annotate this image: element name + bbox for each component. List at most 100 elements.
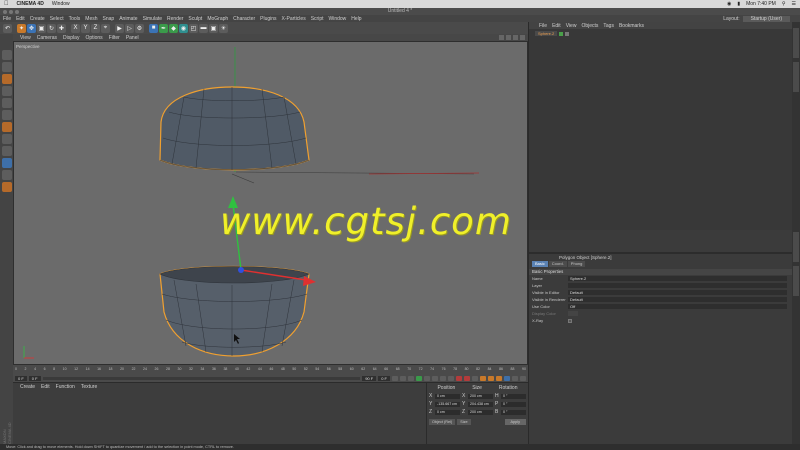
- menu-edit[interactable]: Edit: [16, 16, 25, 22]
- keyframe-selection-icon[interactable]: [472, 375, 478, 381]
- vp-menu-panel[interactable]: Panel: [126, 35, 139, 41]
- snap-icon[interactable]: [1, 158, 12, 168]
- use-color-dropdown[interactable]: Off: [568, 304, 787, 309]
- go-to-end-icon[interactable]: [440, 375, 446, 381]
- rotation-h-field[interactable]: 0 °: [501, 393, 526, 399]
- polygons-mode-icon[interactable]: [1, 122, 12, 132]
- om-menu-edit[interactable]: Edit: [552, 23, 561, 29]
- object-name[interactable]: Sphere.2: [535, 31, 558, 36]
- tab-layers-vertical[interactable]: [793, 266, 799, 296]
- vp-menu-cameras[interactable]: Cameras: [37, 35, 57, 41]
- camera-icon[interactable]: ▣: [209, 23, 218, 33]
- vp-menu-view[interactable]: View: [20, 35, 31, 41]
- solo-icon[interactable]: [1, 182, 12, 192]
- menu-mesh[interactable]: Mesh: [85, 16, 97, 22]
- position-x-field[interactable]: 0 cm: [435, 393, 460, 399]
- wifi-icon[interactable]: ◉: [727, 1, 731, 7]
- pan-icon[interactable]: [499, 35, 504, 40]
- go-to-start-icon[interactable]: [392, 375, 398, 381]
- menu-tools[interactable]: Tools: [69, 16, 81, 22]
- mat-menu-function[interactable]: Function: [56, 384, 75, 390]
- record-active-icon[interactable]: [456, 375, 462, 381]
- array-icon[interactable]: ◉: [179, 23, 188, 33]
- visibility-check-icon[interactable]: [559, 31, 564, 36]
- minimize-window-button[interactable]: [9, 9, 13, 14]
- edges-mode-icon[interactable]: [1, 110, 12, 120]
- next-key-icon[interactable]: [432, 375, 438, 381]
- deformer-icon[interactable]: ◰: [189, 23, 198, 33]
- menu-script[interactable]: Script: [311, 16, 324, 22]
- toggle-view-icon[interactable]: [520, 35, 525, 40]
- current-frame-field[interactable]: 0 F: [15, 375, 27, 381]
- rotation-p-field[interactable]: 0 °: [501, 401, 526, 407]
- om-menu-file[interactable]: File: [539, 23, 547, 29]
- parameter-key-icon[interactable]: [504, 375, 510, 381]
- axis-mode-icon[interactable]: [1, 134, 12, 144]
- layout-dropdown[interactable]: Startup (User): [742, 15, 790, 22]
- position-key-icon[interactable]: [480, 375, 486, 381]
- workplane-icon[interactable]: [1, 86, 12, 96]
- previous-frame-icon[interactable]: [408, 375, 414, 381]
- y-axis-lock-icon[interactable]: Y: [81, 23, 90, 33]
- tab-content-browser-vertical[interactable]: [793, 62, 799, 92]
- menu-list-icon[interactable]: ☰: [792, 1, 796, 7]
- visible-in-editor-dropdown[interactable]: Default: [568, 290, 787, 295]
- display-color-swatch[interactable]: [568, 311, 578, 316]
- move-icon[interactable]: ✥: [27, 23, 36, 33]
- previous-key-icon[interactable]: [400, 375, 406, 381]
- model-mode-icon[interactable]: [1, 62, 12, 72]
- tab-phong[interactable]: Phong: [567, 261, 586, 267]
- material-manager[interactable]: Create Edit Function Texture: [13, 382, 426, 450]
- apply-button[interactable]: Apply: [504, 419, 526, 425]
- window-menu[interactable]: Window: [52, 1, 70, 7]
- play-icon[interactable]: [416, 375, 422, 381]
- tab-attributes-vertical[interactable]: [793, 232, 799, 262]
- tab-objects-vertical[interactable]: [793, 28, 799, 58]
- start-frame-field[interactable]: 0 F: [28, 375, 41, 381]
- zoom-window-button[interactable]: [15, 9, 19, 14]
- light-icon[interactable]: ☀: [219, 23, 228, 33]
- menu-animate[interactable]: Animate: [119, 16, 137, 22]
- mat-menu-create[interactable]: Create: [20, 384, 35, 390]
- om-menu-objects[interactable]: Objects: [581, 23, 598, 29]
- size-x-field[interactable]: 200 cm: [468, 393, 493, 399]
- vp-menu-filter[interactable]: Filter: [109, 35, 120, 41]
- subdivision-icon[interactable]: ◆: [169, 23, 178, 33]
- size-y-field[interactable]: 204.438 cm: [468, 401, 493, 407]
- autokey-icon[interactable]: [464, 375, 470, 381]
- layer-field[interactable]: [568, 283, 787, 288]
- position-z-field[interactable]: 0 cm: [435, 409, 460, 415]
- tweak-mode-icon[interactable]: [1, 146, 12, 156]
- size-z-field[interactable]: 200 cm: [468, 409, 493, 415]
- orbit-icon[interactable]: [513, 35, 518, 40]
- coord-size-dropdown[interactable]: Size: [457, 419, 471, 425]
- object-tag-icon[interactable]: [565, 31, 570, 36]
- vp-menu-display[interactable]: Display: [63, 35, 79, 41]
- vp-menu-options[interactable]: Options: [85, 35, 102, 41]
- next-frame-icon[interactable]: [424, 375, 430, 381]
- position-y-field[interactable]: -135.667 cm: [435, 401, 460, 407]
- lock-workplane-icon[interactable]: [1, 170, 12, 180]
- name-field[interactable]: Sphere.2: [568, 276, 787, 281]
- scale-icon[interactable]: ▣: [37, 23, 46, 33]
- end-frame-field[interactable]: 90 F: [362, 375, 377, 381]
- zoom-icon[interactable]: [506, 35, 511, 40]
- menu-render[interactable]: Render: [167, 16, 183, 22]
- render-view-icon[interactable]: ▶: [115, 23, 124, 33]
- close-window-button[interactable]: [3, 9, 7, 14]
- apple-icon[interactable]: : [4, 1, 9, 7]
- tab-coord[interactable]: Coord.: [548, 261, 567, 267]
- make-editable-icon[interactable]: [1, 50, 12, 60]
- spline-pen-icon[interactable]: ✒: [159, 23, 168, 33]
- menu-file[interactable]: File: [3, 16, 11, 22]
- texture-mode-icon[interactable]: [1, 74, 12, 84]
- visible-in-renderer-dropdown[interactable]: Default: [568, 297, 787, 302]
- recent-tool-icon[interactable]: ✚: [57, 23, 66, 33]
- mat-menu-texture[interactable]: Texture: [81, 384, 97, 390]
- undo-icon[interactable]: ↶: [3, 23, 12, 33]
- menu-sculpt[interactable]: Sculpt: [188, 16, 202, 22]
- battery-icon[interactable]: ▮: [737, 1, 740, 7]
- menu-simulate[interactable]: Simulate: [143, 16, 162, 22]
- rotation-b-field[interactable]: 0 °: [501, 409, 526, 415]
- timeline-ruler[interactable]: 0 2 4 6 8 10 12 14 16 18 20 22 24 26 28 30 32 34 36 38 40 42 4…: [15, 367, 526, 373]
